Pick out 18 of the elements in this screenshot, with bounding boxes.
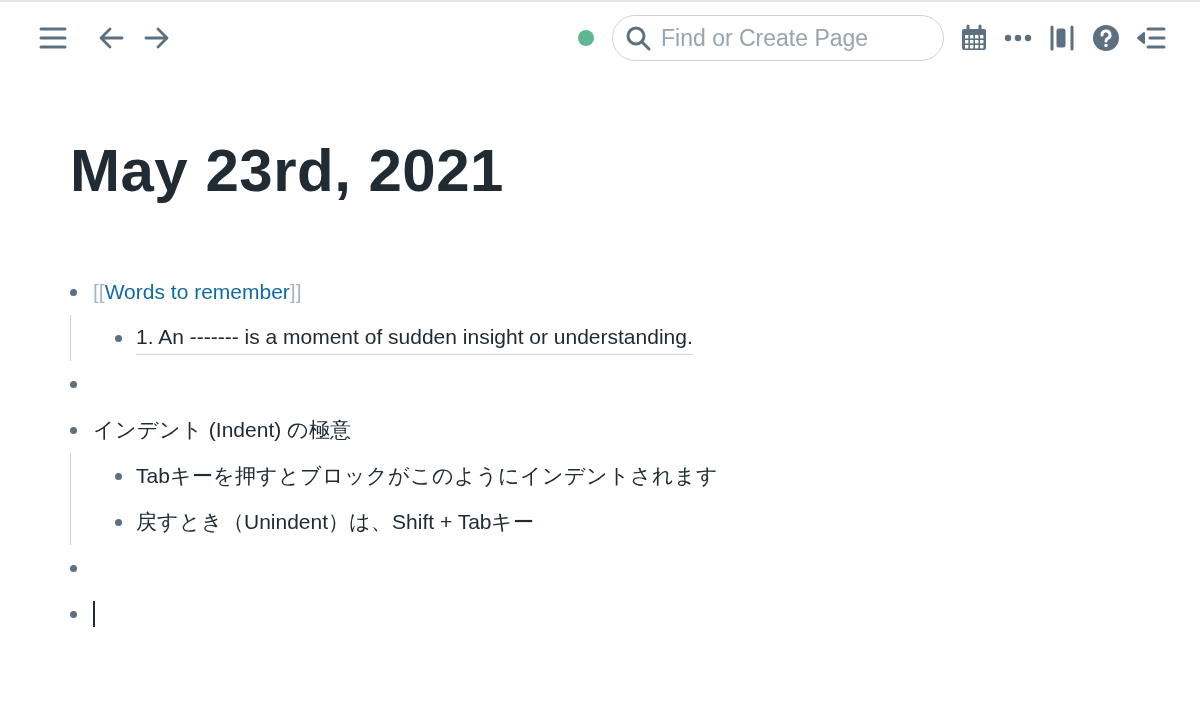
search-field[interactable]: Find or Create Page — [612, 15, 944, 61]
link-bracket: [[ — [93, 280, 105, 304]
page-title: May 23rd, 2021 — [70, 136, 505, 205]
block-text: 1. An ------- is a moment of sudden insight or understanding. — [136, 321, 693, 355]
bullet-icon[interactable] — [115, 518, 122, 526]
block-text: 戻すとき（Unindent）は、Shift + Tabキー — [136, 509, 535, 535]
search-icon — [624, 24, 652, 52]
block-text: Tabキーを押すとブロックがこのようにインデントされます — [136, 463, 718, 489]
bullet-icon[interactable] — [70, 564, 77, 572]
bullet-icon[interactable] — [70, 288, 77, 296]
bullet-icon[interactable] — [70, 610, 77, 618]
bullet-icon[interactable] — [115, 472, 122, 480]
bullet-icon[interactable] — [70, 380, 77, 388]
page-link[interactable]: Words to remember — [104, 280, 290, 304]
block-text: インデント (Indent) の極意 — [93, 417, 352, 443]
bullet-icon[interactable] — [115, 334, 122, 342]
bullet-icon[interactable] — [70, 426, 77, 434]
link-bracket: ]] — [289, 280, 302, 304]
